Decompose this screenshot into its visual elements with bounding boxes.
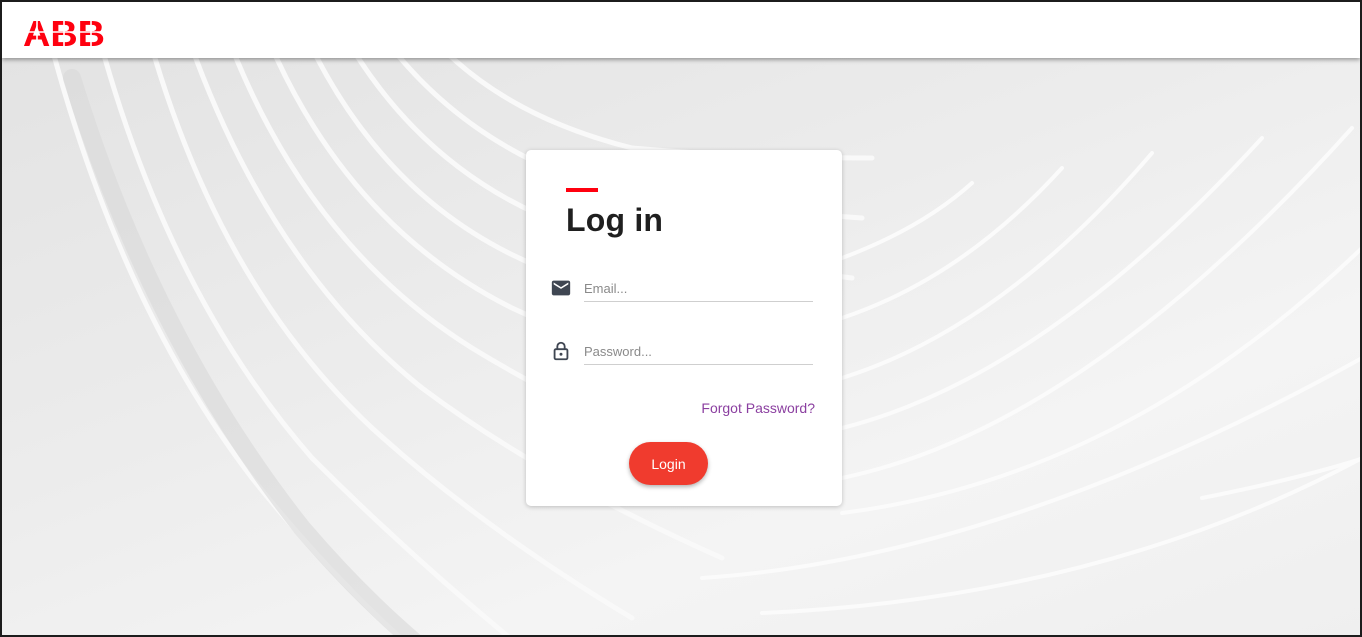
top-header: ABB [2, 2, 1360, 58]
password-input[interactable] [584, 338, 813, 365]
login-button[interactable]: Login [629, 442, 708, 485]
email-field-group [550, 275, 815, 305]
app-window: ABB [0, 0, 1362, 637]
title-accent-bar [566, 188, 598, 192]
login-card: Log in Forgot Password? Login [526, 150, 842, 506]
login-title: Log in [566, 202, 664, 238]
email-input[interactable] [584, 275, 813, 302]
password-field-group [550, 338, 815, 368]
lock-icon [553, 341, 569, 361]
abb-logo: ABB [23, 15, 105, 49]
envelope-icon [551, 280, 571, 296]
forgot-password-link[interactable]: Forgot Password? [701, 400, 815, 416]
